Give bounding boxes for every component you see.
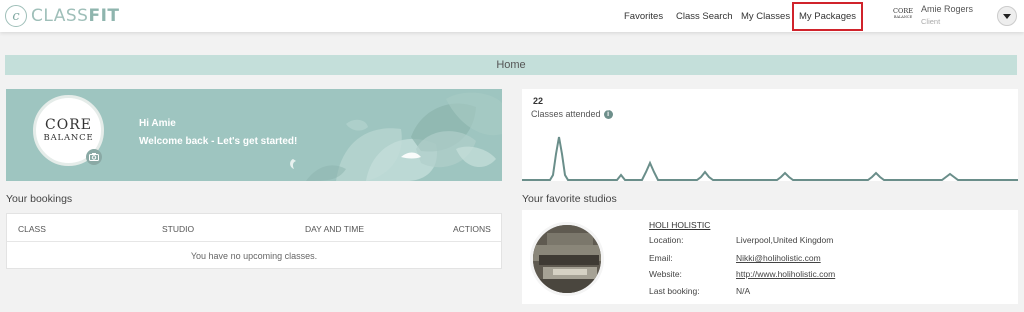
top-navbar: c CLASSFIT Favorites Class Search My Cla… bbox=[0, 0, 1024, 32]
nav-class-search[interactable]: Class Search bbox=[676, 0, 733, 32]
nav-my-classes[interactable]: My Classes bbox=[741, 0, 790, 32]
column-header-day-time: DAY AND TIME bbox=[305, 224, 365, 234]
user-name: Amie Rogers bbox=[921, 4, 974, 14]
logo-icon: c bbox=[5, 5, 27, 27]
favorites-title: Your favorite studios bbox=[522, 193, 617, 205]
classes-attended-card: 22 Classes attended i bbox=[522, 89, 1018, 181]
location-label: Location: bbox=[649, 235, 684, 245]
location-value: Liverpool,United Kingdom bbox=[736, 235, 834, 245]
bookings-table: CLASS STUDIO DAY AND TIME ACTIONS You ha… bbox=[6, 213, 502, 269]
column-header-class: CLASS bbox=[18, 224, 46, 234]
welcome-message: Welcome back - Let's get started! bbox=[139, 136, 298, 147]
logo-text: CLASSFIT bbox=[31, 6, 120, 26]
greeting-text: Hi Amie bbox=[139, 118, 176, 129]
user-studio-logo: CORE BALANCE bbox=[893, 7, 913, 19]
nav-favorites[interactable]: Favorites bbox=[624, 0, 663, 32]
empty-bookings-message: You have no upcoming classes. bbox=[190, 251, 318, 261]
bookings-title: Your bookings bbox=[6, 193, 73, 205]
user-menu-toggle[interactable] bbox=[997, 6, 1017, 26]
last-booking-label: Last booking: bbox=[649, 286, 700, 296]
chevron-down-icon bbox=[1003, 13, 1011, 19]
table-divider bbox=[7, 241, 501, 242]
studio-name-link[interactable]: HOLI HOLISTIC bbox=[649, 220, 710, 230]
camera-icon[interactable] bbox=[86, 149, 102, 165]
nav-my-packages[interactable]: My Packages bbox=[792, 2, 863, 31]
favorite-studio-card: HOLI HOLISTIC Location: Liverpool,United… bbox=[522, 210, 1018, 304]
last-booking-value: N/A bbox=[736, 286, 751, 296]
page-title: Home bbox=[5, 55, 1017, 75]
classfit-logo[interactable]: c CLASSFIT bbox=[5, 5, 120, 27]
studio-photo bbox=[530, 222, 604, 296]
email-label: Email: bbox=[649, 253, 673, 263]
user-role: Client bbox=[921, 17, 941, 26]
welcome-card: CORE BALANCE bbox=[6, 89, 502, 181]
email-link[interactable]: Nikki@holiholistic.com bbox=[736, 253, 821, 263]
website-link[interactable]: http://www.holiholistic.com bbox=[736, 269, 835, 279]
attendance-sparkline bbox=[522, 136, 1018, 181]
column-header-studio: STUDIO bbox=[162, 224, 195, 234]
website-label: Website: bbox=[649, 269, 682, 279]
column-header-actions: ACTIONS bbox=[453, 224, 491, 234]
